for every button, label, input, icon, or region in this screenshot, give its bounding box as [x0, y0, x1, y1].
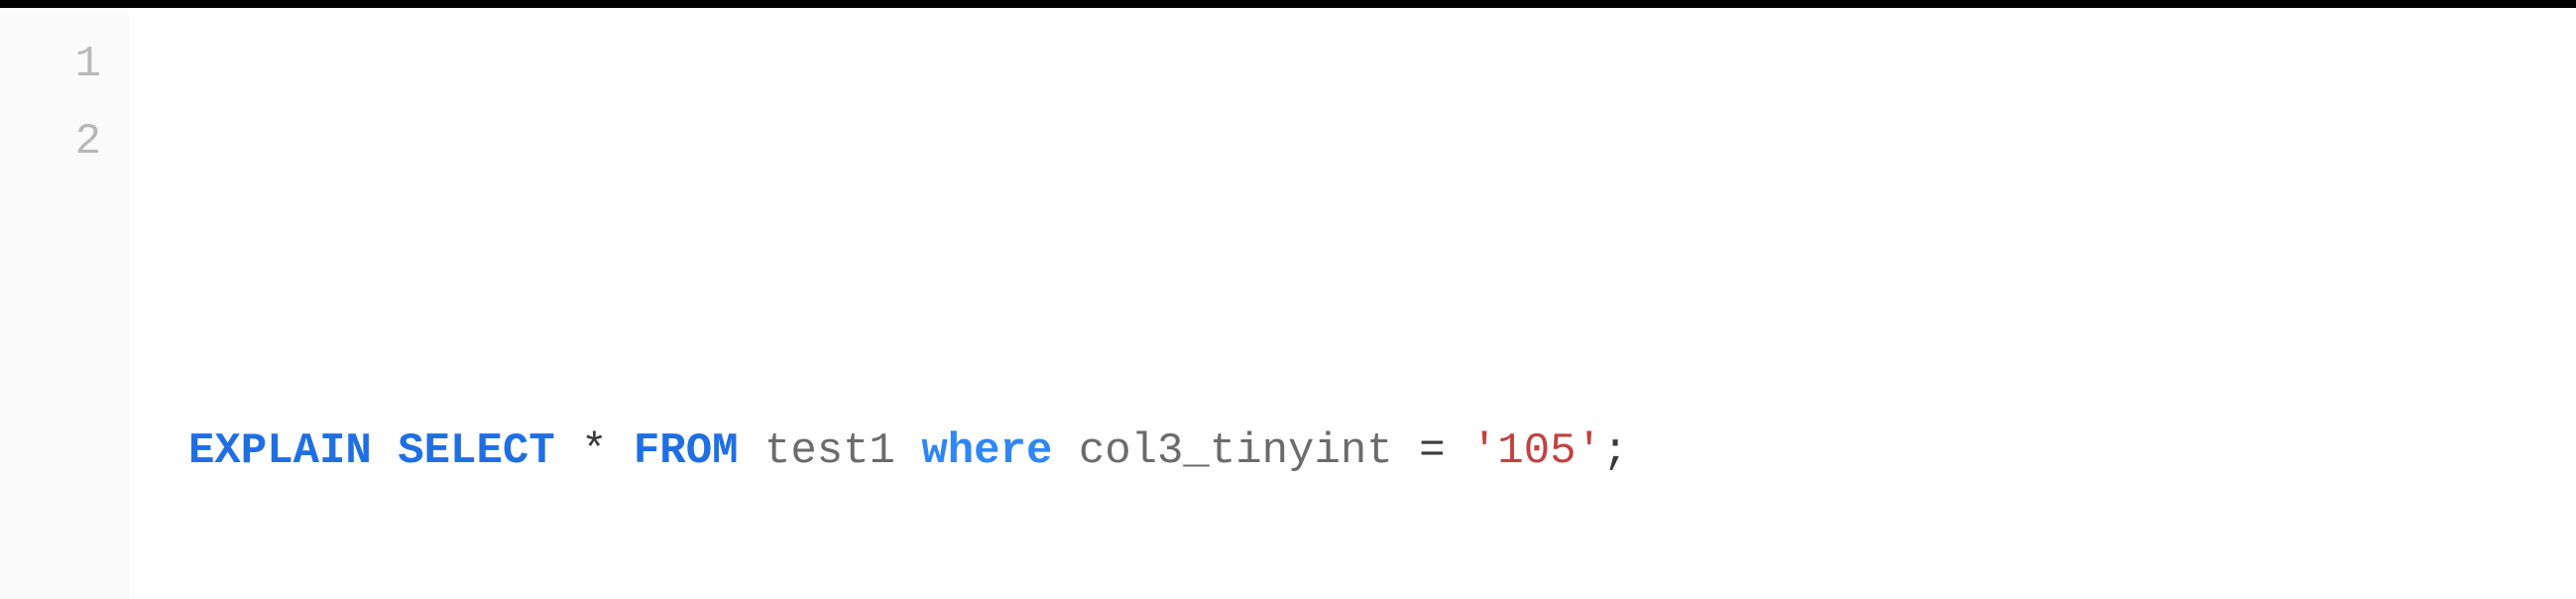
keyword-where: where	[921, 426, 1052, 476]
operator-eq: =	[1419, 426, 1445, 476]
code-line[interactable]	[188, 180, 2546, 258]
operator-star: *	[581, 426, 607, 476]
string-literal: '105'	[1471, 426, 1602, 476]
code-line[interactable]: EXPLAIN SELECT * FROM test1 where col3_t…	[188, 413, 2546, 490]
keyword-from: FROM	[634, 426, 739, 476]
keyword-explain: EXPLAIN	[188, 426, 372, 476]
line-gutter: 1 2	[0, 8, 129, 599]
identifier-table: test1	[764, 426, 895, 476]
identifier-column: col3_tinyint	[1079, 426, 1393, 476]
sql-editor[interactable]: 1 2 EXPLAIN SELECT * FROM test1 where co…	[0, 8, 2576, 599]
keyword-select: SELECT	[398, 426, 554, 476]
line-number: 1	[20, 26, 101, 103]
line-number: 2	[20, 103, 101, 180]
semicolon: ;	[1602, 426, 1628, 476]
code-area[interactable]: EXPLAIN SELECT * FROM test1 where col3_t…	[129, 8, 2576, 599]
